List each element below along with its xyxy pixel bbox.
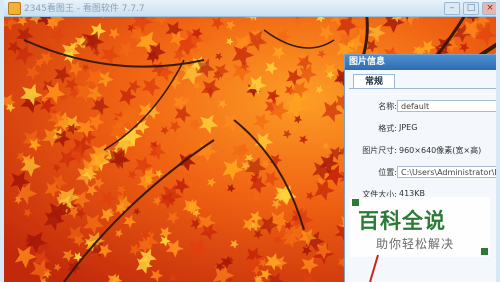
location-label: 位置: — [378, 168, 397, 177]
panel-title: 图片信息 — [345, 55, 496, 70]
name-label: 名称: — [378, 102, 397, 111]
name-field[interactable]: default — [397, 100, 496, 112]
app-icon — [8, 2, 21, 15]
window-title: 2345看图王 - 看图软件 7.7.7 — [24, 4, 145, 14]
image-viewer-window: 2345看图王 - 看图软件 7.7.7 – □ × 图片信息 常规 名称: d… — [0, 0, 500, 282]
tab-general[interactable]: 常规 — [353, 74, 395, 89]
watermark-subtitle: 助你轻松解决 — [376, 237, 455, 251]
close-button[interactable]: × — [482, 2, 496, 15]
red-arrow-annotation — [369, 255, 379, 282]
maximize-button[interactable]: □ — [463, 2, 479, 15]
dimensions-label: 图片尺寸: — [362, 146, 397, 155]
format-value: JPEG — [399, 123, 418, 132]
format-label: 格式: — [378, 124, 397, 133]
watermark-title: 百科全说 — [358, 209, 446, 233]
tab-divider — [349, 88, 496, 89]
minimize-button[interactable]: – — [444, 2, 460, 15]
location-field[interactable]: C:\Users\Administrator\Desk op — [397, 166, 496, 178]
title-bar: 2345看图王 - 看图软件 7.7.7 – □ × — [4, 0, 496, 17]
dimensions-value: 960×640像素(宽×高) — [399, 146, 482, 155]
watermark-corner — [481, 248, 488, 255]
watermark: 百科全说 助你轻松解决 — [350, 197, 490, 257]
